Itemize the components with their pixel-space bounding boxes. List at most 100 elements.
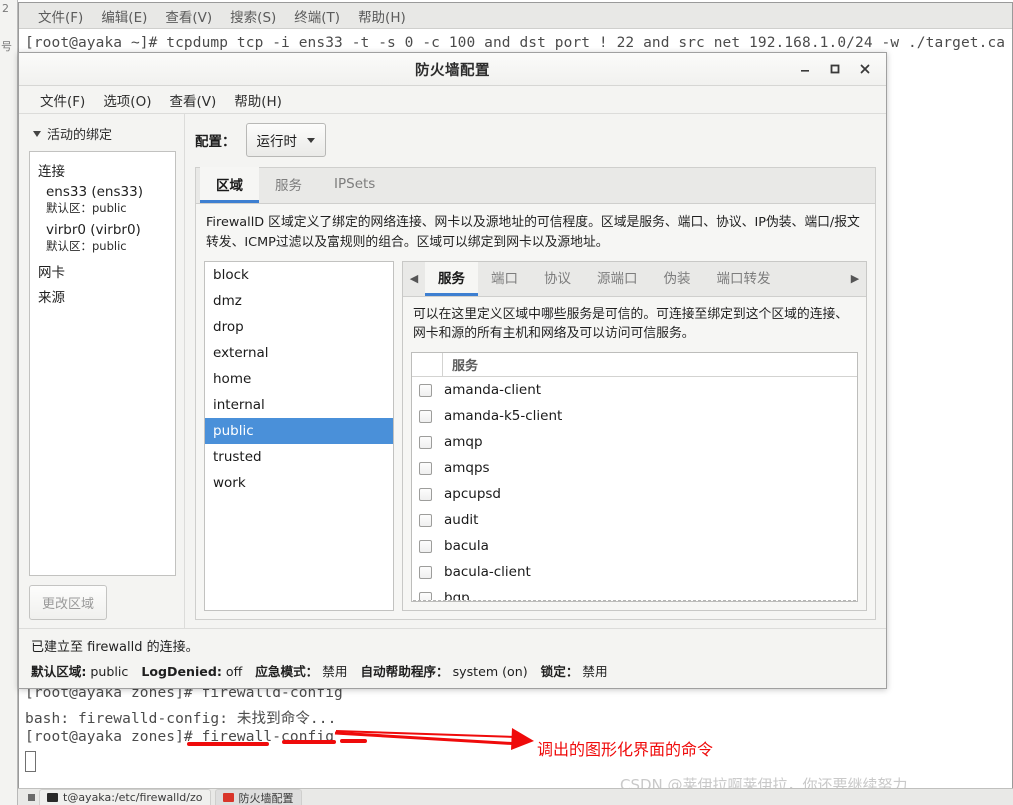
tab-zones[interactable]: 区域: [200, 167, 259, 203]
inner-tab-services[interactable]: 服务: [425, 261, 478, 296]
service-checkbox[interactable]: [419, 539, 432, 553]
table-row[interactable]: amanda-k5-client: [412, 403, 857, 429]
zone-item-dmz[interactable]: dmz: [205, 288, 393, 314]
services-header-label: 服务: [452, 359, 479, 375]
zone-item-external[interactable]: external: [205, 340, 393, 366]
inner-tab-source-ports[interactable]: 源端口: [584, 262, 651, 296]
table-row[interactable]: bgp: [412, 585, 857, 600]
inner-tabs: 服务 端口 协议 源端口 伪装 端口转发: [425, 261, 844, 296]
config-row: 配置： 运行时: [195, 123, 876, 157]
service-checkbox[interactable]: [419, 487, 432, 501]
table-row[interactable]: apcupsd: [412, 481, 857, 507]
terminal-menu-edit[interactable]: 编辑(E): [92, 6, 156, 26]
terminal-menu-search[interactable]: 搜索(S): [221, 6, 285, 26]
menu-options[interactable]: 选项(O): [94, 90, 160, 110]
active-bindings-header[interactable]: 活动的绑定: [29, 124, 176, 143]
annotation-label: 调出的图形化界面的命令: [537, 740, 714, 759]
chevron-down-icon: [307, 137, 315, 143]
service-name: bacula-client: [444, 564, 531, 581]
tab-scroll-right-icon[interactable]: ▶: [844, 262, 866, 296]
service-checkbox[interactable]: [419, 565, 432, 579]
window-controls: [790, 53, 880, 85]
binding-name: virbr0 (virbr0): [46, 222, 141, 238]
zone-item-public[interactable]: public: [205, 417, 393, 444]
services-header-checkbox-column: [412, 353, 443, 377]
terminal-menu-view[interactable]: 查看(V): [156, 6, 221, 26]
inner-tabstrip: ◀ 服务 端口 协议 源端口 伪装 端口转发 ▶: [403, 261, 866, 297]
table-row[interactable]: bacula-client: [412, 559, 857, 585]
service-checkbox[interactable]: [419, 435, 432, 449]
table-row[interactable]: audit: [412, 507, 857, 533]
service-name: audit: [444, 512, 479, 529]
firewall-icon: [222, 793, 234, 802]
maximize-icon[interactable]: [820, 54, 850, 84]
inner-tab-masquerading[interactable]: 伪装: [651, 262, 704, 296]
service-name: bacula: [444, 538, 489, 555]
service-checkbox[interactable]: [419, 591, 432, 600]
bindings-group-interfaces: 网卡: [38, 265, 65, 281]
terminal-menu-terminal[interactable]: 终端(T): [285, 6, 349, 26]
zone-list[interactable]: block dmz drop external home internal pu…: [204, 260, 394, 611]
taskbar-item-firewall[interactable]: 防火墙配置: [214, 789, 302, 805]
zone-item-drop[interactable]: drop: [205, 314, 393, 340]
table-row[interactable]: amqp: [412, 429, 857, 455]
close-icon[interactable]: [850, 54, 880, 84]
status-key-logdenied: LogDenied:: [141, 664, 222, 679]
terminal-menu-file[interactable]: 文件(F): [29, 6, 92, 26]
services-table-header: 服务: [412, 353, 857, 378]
terminal-line: [root@ayaka ~]# tcpdump tcp -i ens33 -t …: [25, 35, 1006, 51]
zone-item-home[interactable]: home: [205, 366, 393, 392]
inner-tab-ports[interactable]: 端口: [478, 262, 531, 296]
zone-split: block dmz drop external home internal pu…: [196, 260, 875, 619]
service-name: apcupsd: [444, 486, 501, 503]
binding-name: ens33 (ens33): [46, 184, 143, 200]
terminal-line: bash: firewalld-config: 未找到命令...: [25, 711, 337, 727]
zone-item-trusted[interactable]: trusted: [205, 444, 393, 470]
firewall-content: 活动的绑定 连接 ens33 (ens33) 默认区：public virbr0…: [19, 114, 886, 628]
service-description: 可以在这里定义区域中哪些服务是可信的。可连接至绑定到这个区域的连接、网卡和源的所…: [413, 306, 849, 342]
tab-scroll-left-icon[interactable]: ◀: [403, 262, 425, 296]
table-row[interactable]: amqps: [412, 455, 857, 481]
services-scroll-indicator: [413, 600, 856, 601]
config-label: 配置：: [195, 134, 236, 150]
menu-file[interactable]: 文件(F): [31, 90, 94, 110]
sliver-glyph: 2: [2, 2, 9, 15]
bindings-group-connections: 连接: [38, 164, 65, 180]
menu-view[interactable]: 查看(V): [160, 90, 225, 110]
table-row[interactable]: amanda-client: [412, 377, 857, 403]
firewall-statusbar: 已建立至 firewalld 的连接。 默认区域: public LogDeni…: [19, 628, 886, 688]
minimize-icon[interactable]: [790, 54, 820, 84]
zone-item-work[interactable]: work: [205, 470, 393, 496]
show-desktop-icon[interactable]: [28, 793, 35, 801]
terminal-menu-help[interactable]: 帮助(H): [349, 6, 415, 26]
services-rows: amanda-client amanda-k5-client amqp amqp…: [412, 377, 857, 600]
bindings-list[interactable]: 连接 ens33 (ens33) 默认区：public virbr0 (virb…: [29, 151, 176, 576]
service-checkbox[interactable]: [419, 383, 432, 397]
zone-detail-panel: ◀ 服务 端口 协议 源端口 伪装 端口转发 ▶ 可以在这里定义区域中哪些服务是…: [402, 260, 867, 611]
inner-tab-port-forwarding[interactable]: 端口转发: [704, 262, 784, 296]
status-value-default-zone: public: [90, 664, 129, 679]
active-bindings-label: 活动的绑定: [47, 128, 113, 143]
binding-item[interactable]: ens33 (ens33) 默认区：public: [34, 183, 171, 221]
inner-tab-protocols[interactable]: 协议: [531, 262, 584, 296]
binding-item[interactable]: virbr0 (virbr0) 默认区：public: [34, 221, 171, 259]
change-zone-button[interactable]: 更改区域: [29, 585, 108, 620]
tab-services[interactable]: 服务: [259, 167, 318, 203]
config-mode-value: 运行时: [256, 134, 298, 150]
zone-item-block[interactable]: block: [205, 262, 393, 288]
services-table[interactable]: 服务 amanda-client amanda-k5-client amqp a…: [411, 352, 858, 602]
service-checkbox[interactable]: [419, 513, 432, 527]
firewall-menubar: 文件(F) 选项(O) 查看(V) 帮助(H): [19, 86, 886, 114]
status-key-automatic-helpers: 自动帮助程序：: [360, 664, 449, 679]
taskbar-item-terminal[interactable]: t@ayaka:/etc/firewalld/zo: [39, 789, 211, 805]
service-checkbox[interactable]: [419, 461, 432, 475]
firewall-main-pane: 配置： 运行时 区域 服务 IPSets FirewallD 区域定义了绑定的网…: [185, 114, 886, 628]
taskbar-item-label: t@ayaka:/etc/firewalld/zo: [63, 791, 203, 804]
service-checkbox[interactable]: [419, 409, 432, 423]
zone-item-internal[interactable]: internal: [205, 392, 393, 418]
menu-help[interactable]: 帮助(H): [225, 90, 291, 110]
tab-ipsets[interactable]: IPSets: [318, 167, 391, 203]
config-mode-dropdown[interactable]: 运行时: [245, 123, 326, 157]
table-row[interactable]: bacula: [412, 533, 857, 559]
firewall-titlebar[interactable]: 防火墙配置: [19, 53, 886, 86]
